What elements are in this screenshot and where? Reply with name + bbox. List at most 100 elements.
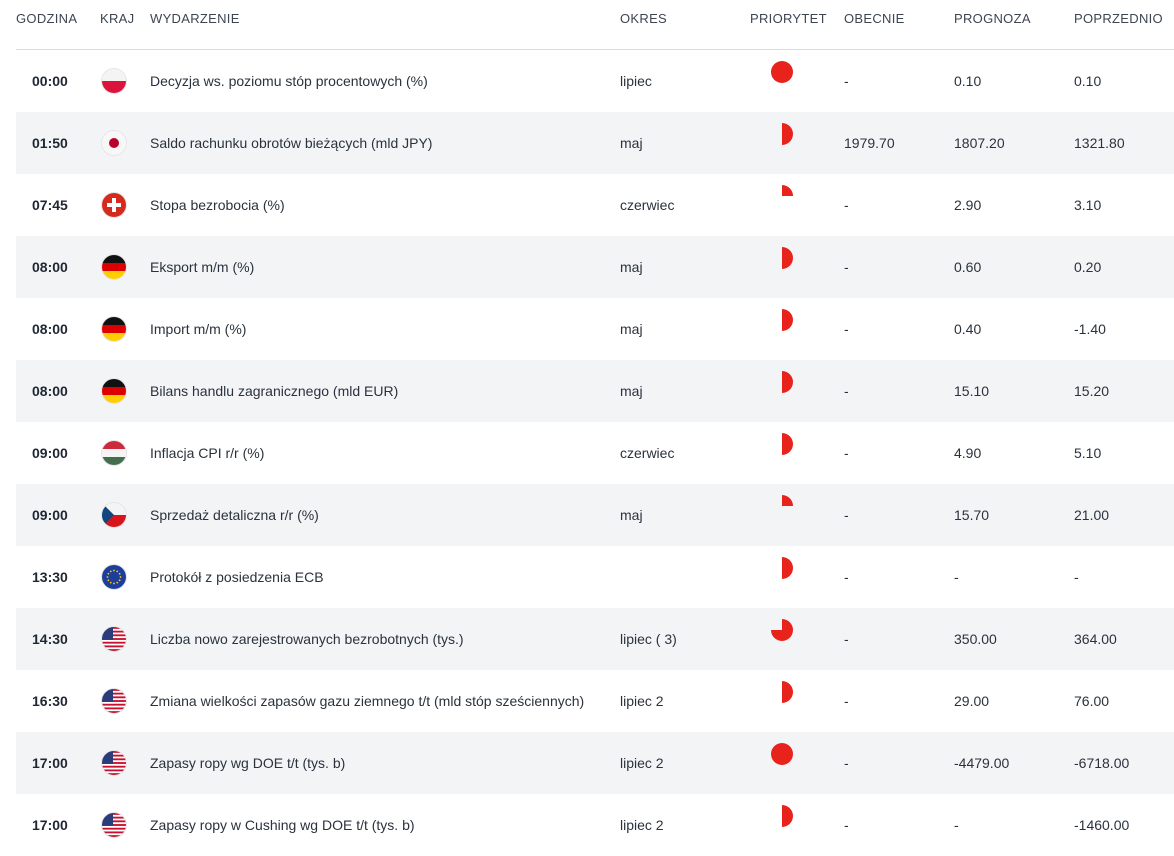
- forecast-value: -: [954, 569, 959, 585]
- flag-hungary-icon: [102, 441, 126, 465]
- table-header: GODZINA KRAJ WYDARZENIE OKRES PRIORYTET …: [16, 0, 1174, 50]
- event-name[interactable]: Decyzja ws. poziomu stóp procentowych (%…: [150, 50, 428, 112]
- table-row[interactable]: 13:30 Protokół z posiedzenia ECB - - -: [16, 546, 1174, 608]
- event-time: 01:50: [32, 135, 68, 151]
- priority-quarter-icon: [770, 184, 794, 208]
- priority-half-icon: [770, 432, 794, 456]
- actual-value: -: [844, 817, 849, 833]
- event-time: 09:00: [32, 507, 68, 523]
- previous-value: 0.20: [1074, 259, 1102, 275]
- previous-value: 15.20: [1074, 383, 1110, 399]
- flag-usa-icon: [102, 689, 126, 713]
- actual-value: -: [844, 631, 849, 647]
- table-row[interactable]: 17:00 Zapasy ropy w Cushing wg DOE t/t (t…: [16, 794, 1174, 856]
- event-name[interactable]: Bilans handlu zagranicznego (mld EUR): [150, 360, 398, 422]
- forecast-value: 15.10: [954, 383, 990, 399]
- previous-value: 5.10: [1074, 445, 1102, 461]
- flag-poland-icon: [102, 69, 126, 93]
- actual-value: -: [844, 755, 849, 771]
- flag-germany-icon: [102, 255, 126, 279]
- event-period: maj: [620, 507, 643, 523]
- event-period: lipiec 2: [620, 817, 664, 833]
- actual-value: -: [844, 321, 849, 337]
- flag-eu-icon: [102, 565, 126, 589]
- table-row[interactable]: 08:00 Eksport m/m (%) maj - 0.60 0.20: [16, 236, 1174, 298]
- economic-calendar-table: GODZINA KRAJ WYDARZENIE OKRES PRIORYTET …: [16, 0, 1174, 856]
- flag-germany-icon: [102, 379, 126, 403]
- priority-three-quarter-icon: [770, 618, 794, 642]
- table-row[interactable]: 14:30 Liczba nowo zarejestrowanych bezrob…: [16, 608, 1174, 670]
- priority-half-icon: [770, 556, 794, 580]
- event-name[interactable]: Import m/m (%): [150, 298, 246, 360]
- event-name[interactable]: Sprzedaż detaliczna r/r (%): [150, 484, 319, 546]
- event-name[interactable]: Stopa bezrobocia (%): [150, 174, 285, 236]
- previous-value: -6718.00: [1074, 755, 1130, 771]
- actual-value: -: [844, 693, 849, 709]
- table-row[interactable]: 07:45 Stopa bezrobocia (%) czerwiec - 2.90 3.…: [16, 174, 1174, 236]
- actual-value: -: [844, 73, 849, 89]
- event-period: maj: [620, 135, 643, 151]
- table-row[interactable]: 09:00 Inflacja CPI r/r (%) czerwiec - 4.90 5.…: [16, 422, 1174, 484]
- event-name[interactable]: Zapasy ropy w Cushing wg DOE t/t (tys. b…: [150, 794, 415, 856]
- table-row[interactable]: 08:00 Import m/m (%) maj - 0.40 -1.40: [16, 298, 1174, 360]
- event-period: maj: [620, 259, 643, 275]
- event-time: 13:30: [32, 569, 68, 585]
- header-priority[interactable]: PRIORYTET: [750, 11, 827, 26]
- event-name[interactable]: Liczba nowo zarejestrowanych bezrobotnyc…: [150, 608, 464, 670]
- event-period: maj: [620, 383, 643, 399]
- event-period: czerwiec: [620, 197, 675, 213]
- event-time: 14:30: [32, 631, 68, 647]
- previous-value: 21.00: [1074, 507, 1110, 523]
- flag-japan-icon: [102, 131, 126, 155]
- event-name[interactable]: Zmiana wielkości zapasów gazu ziemnego t…: [150, 670, 584, 732]
- event-name[interactable]: Protokół z posiedzenia ECB: [150, 546, 324, 608]
- header-event[interactable]: WYDARZENIE: [150, 11, 240, 26]
- table-row[interactable]: 17:00 Zapasy ropy wg DOE t/t (tys. b) lipi…: [16, 732, 1174, 794]
- priority-full-icon: [770, 60, 794, 84]
- priority-half-icon: [770, 122, 794, 146]
- flag-germany-icon: [102, 317, 126, 341]
- flag-usa-icon: [102, 813, 126, 837]
- header-actual[interactable]: OBECNIE: [844, 11, 905, 26]
- forecast-value: 0.60: [954, 259, 982, 275]
- table-row[interactable]: 16:30 Zmiana wielkości zapasów gazu ziemn…: [16, 670, 1174, 732]
- previous-value: 0.10: [1074, 73, 1102, 89]
- event-time: 07:45: [32, 197, 68, 213]
- actual-value: -: [844, 259, 849, 275]
- table-row[interactable]: 00:00 Decyzja ws. poziomu stóp procentowy…: [16, 50, 1174, 112]
- actual-value: -: [844, 445, 849, 461]
- header-period[interactable]: OKRES: [620, 11, 667, 26]
- header-forecast[interactable]: PROGNOZA: [954, 11, 1031, 26]
- event-time: 08:00: [32, 259, 68, 275]
- event-name[interactable]: Saldo rachunku obrotów bieżących (mld JP…: [150, 112, 432, 174]
- event-name[interactable]: Zapasy ropy wg DOE t/t (tys. b): [150, 732, 345, 794]
- table-row[interactable]: 08:00 Bilans handlu zagranicznego (mld EU…: [16, 360, 1174, 422]
- previous-value: 3.10: [1074, 197, 1102, 213]
- event-name[interactable]: Eksport m/m (%): [150, 236, 254, 298]
- header-previous[interactable]: POPRZEDNIO: [1074, 11, 1163, 26]
- forecast-value: -4479.00: [954, 755, 1010, 771]
- table-row[interactable]: 01:50 Saldo rachunku obrotów bieżących (m…: [16, 112, 1174, 174]
- forecast-value: 15.70: [954, 507, 990, 523]
- table-row[interactable]: 09:00 Sprzedaż detaliczna r/r (%) maj - 15.7…: [16, 484, 1174, 546]
- previous-value: 76.00: [1074, 693, 1110, 709]
- event-time: 17:00: [32, 817, 68, 833]
- event-name[interactable]: Inflacja CPI r/r (%): [150, 422, 264, 484]
- event-time: 08:00: [32, 321, 68, 337]
- previous-value: -: [1074, 569, 1079, 585]
- actual-value: -: [844, 383, 849, 399]
- header-time[interactable]: GODZINA: [16, 11, 77, 26]
- event-time: 16:30: [32, 693, 68, 709]
- header-country[interactable]: KRAJ: [100, 11, 134, 26]
- previous-value: -1460.00: [1074, 817, 1130, 833]
- table-body: 00:00 Decyzja ws. poziomu stóp procentowy…: [16, 50, 1174, 856]
- priority-half-icon: [770, 246, 794, 270]
- forecast-value: 0.10: [954, 73, 982, 89]
- event-period: lipiec 2: [620, 755, 664, 771]
- event-period: maj: [620, 321, 643, 337]
- previous-value: 1321.80: [1074, 135, 1125, 151]
- flag-usa-icon: [102, 627, 126, 651]
- forecast-value: 2.90: [954, 197, 982, 213]
- priority-half-icon: [770, 308, 794, 332]
- event-time: 17:00: [32, 755, 68, 771]
